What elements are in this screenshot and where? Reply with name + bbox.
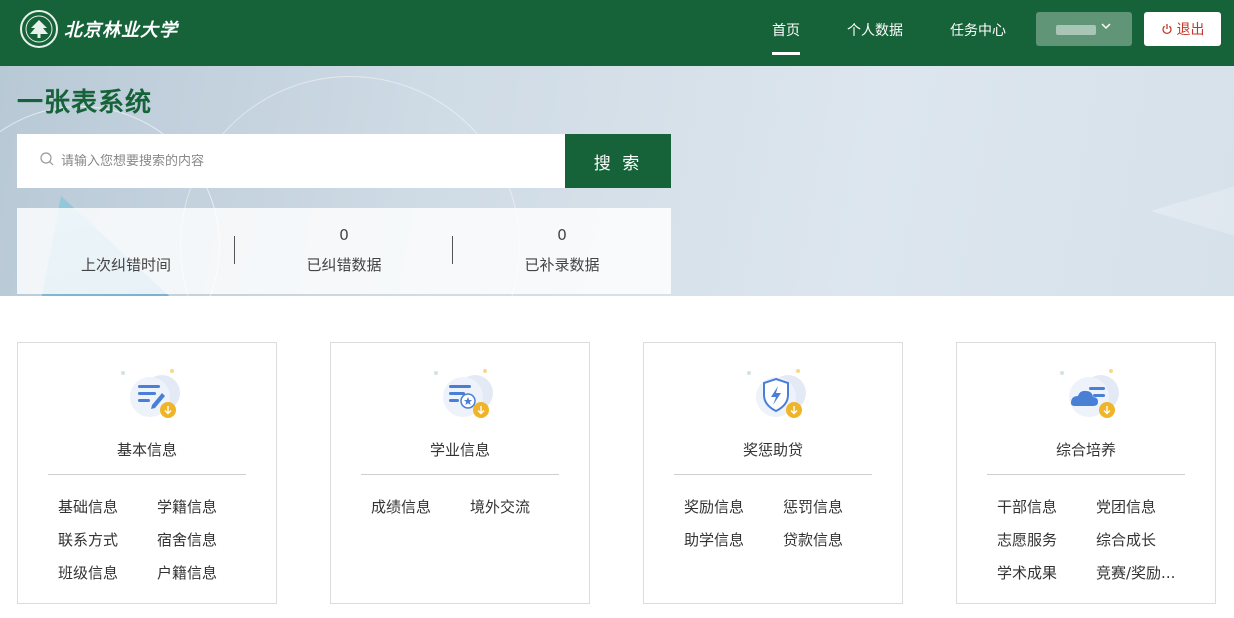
card-basic-info: 基本信息 基础信息 学籍信息 联系方式 宿舍信息 班级信息 户籍信息 [17, 342, 277, 604]
cloud-list-icon [1049, 367, 1127, 427]
card-title: 学业信息 [429, 441, 490, 459]
card-academic-info: 学业信息 成绩信息 境外交流 [330, 342, 590, 604]
link-punishment-info[interactable]: 惩罚信息 [783, 497, 882, 517]
card-links: 奖励信息 惩罚信息 助学信息 贷款信息 [684, 497, 884, 550]
shield-lightning-icon [736, 367, 814, 427]
power-icon [1161, 23, 1173, 35]
card-links: 成绩信息 境外交流 [371, 497, 571, 517]
link-household-info[interactable]: 户籍信息 [157, 563, 256, 583]
hero-decoration [1150, 176, 1234, 246]
search-button[interactable]: 搜 索 [565, 134, 671, 188]
card-title: 综合培养 [1055, 441, 1116, 459]
link-financial-aid-info[interactable]: 助学信息 [684, 530, 783, 550]
stat-label: 已纠错数据 [306, 256, 382, 274]
divider [987, 474, 1185, 475]
link-enrollment-info[interactable]: 学籍信息 [157, 497, 256, 517]
link-competitions-awards[interactable]: 竞赛/奖励... [1096, 563, 1195, 583]
search-box [17, 134, 565, 188]
user-menu-button[interactable] [1036, 12, 1132, 46]
stats-panel: 上次纠错时间 0 已纠错数据 0 已补录数据 [17, 208, 671, 294]
divider [48, 474, 246, 475]
link-comprehensive-growth[interactable]: 综合成长 [1096, 530, 1195, 550]
stat-last-correction-time: 上次纠错时间 [17, 208, 235, 294]
link-grades-info[interactable]: 成绩信息 [371, 497, 470, 517]
nav-task-center[interactable]: 任务中心 [950, 20, 1006, 40]
card-title: 基本信息 [116, 441, 177, 459]
top-bar: 北京林业大学 首页 个人数据 任务中心 退出 [0, 0, 1234, 66]
search-input[interactable] [61, 153, 541, 169]
hero-banner: 一张表系统 搜 索 上次纠错时间 0 已纠错数据 0 已补录数据 [0, 66, 1234, 296]
link-overseas-exchange[interactable]: 境外交流 [470, 497, 569, 517]
nav-home[interactable]: 首页 [772, 20, 800, 55]
stat-supplemented-data: 0 已补录数据 [453, 208, 671, 294]
card-links: 基础信息 学籍信息 联系方式 宿舍信息 班级信息 户籍信息 [58, 497, 258, 583]
card-comprehensive-development: 综合培养 干部信息 党团信息 志愿服务 综合成长 学术成果 竞赛/奖励... [956, 342, 1216, 604]
card-rewards-loans: 奖惩助贷 奖励信息 惩罚信息 助学信息 贷款信息 [643, 342, 903, 604]
card-links: 干部信息 党团信息 志愿服务 综合成长 学术成果 竞赛/奖励... [997, 497, 1197, 583]
divider [674, 474, 872, 475]
academic-badge-icon [423, 367, 501, 427]
stat-label: 已补录数据 [524, 256, 600, 274]
link-class-info[interactable]: 班级信息 [58, 563, 157, 583]
stat-label: 上次纠错时间 [80, 256, 171, 274]
link-contact[interactable]: 联系方式 [58, 530, 157, 550]
link-basic-info[interactable]: 基础信息 [58, 497, 157, 517]
nav-personal-data[interactable]: 个人数据 [847, 20, 903, 40]
link-dormitory-info[interactable]: 宿舍信息 [157, 530, 256, 550]
divider [361, 474, 559, 475]
link-cadre-info[interactable]: 干部信息 [997, 497, 1096, 517]
logout-label: 退出 [1176, 22, 1205, 38]
link-party-league-info[interactable]: 党团信息 [1096, 497, 1195, 517]
card-title: 奖惩助贷 [742, 441, 803, 459]
search-icon [39, 151, 55, 171]
stat-value: 0 [339, 226, 349, 244]
chevron-down-icon [1100, 20, 1112, 36]
link-reward-info[interactable]: 奖励信息 [684, 497, 783, 517]
page-title: 一张表系统 [17, 88, 153, 118]
link-loan-info[interactable]: 贷款信息 [783, 530, 882, 550]
logout-button[interactable]: 退出 [1144, 12, 1221, 46]
link-volunteer-service[interactable]: 志愿服务 [997, 530, 1096, 550]
stat-value: 0 [557, 226, 567, 244]
link-academic-achievements[interactable]: 学术成果 [997, 563, 1096, 583]
edit-document-icon [110, 367, 188, 427]
user-name-redacted [1056, 25, 1096, 35]
university-name: 北京林业大学 [64, 20, 178, 41]
university-seal-icon [20, 10, 58, 48]
university-logo[interactable]: 北京林业大学 [20, 10, 178, 48]
stat-corrected-data: 0 已纠错数据 [235, 208, 453, 294]
